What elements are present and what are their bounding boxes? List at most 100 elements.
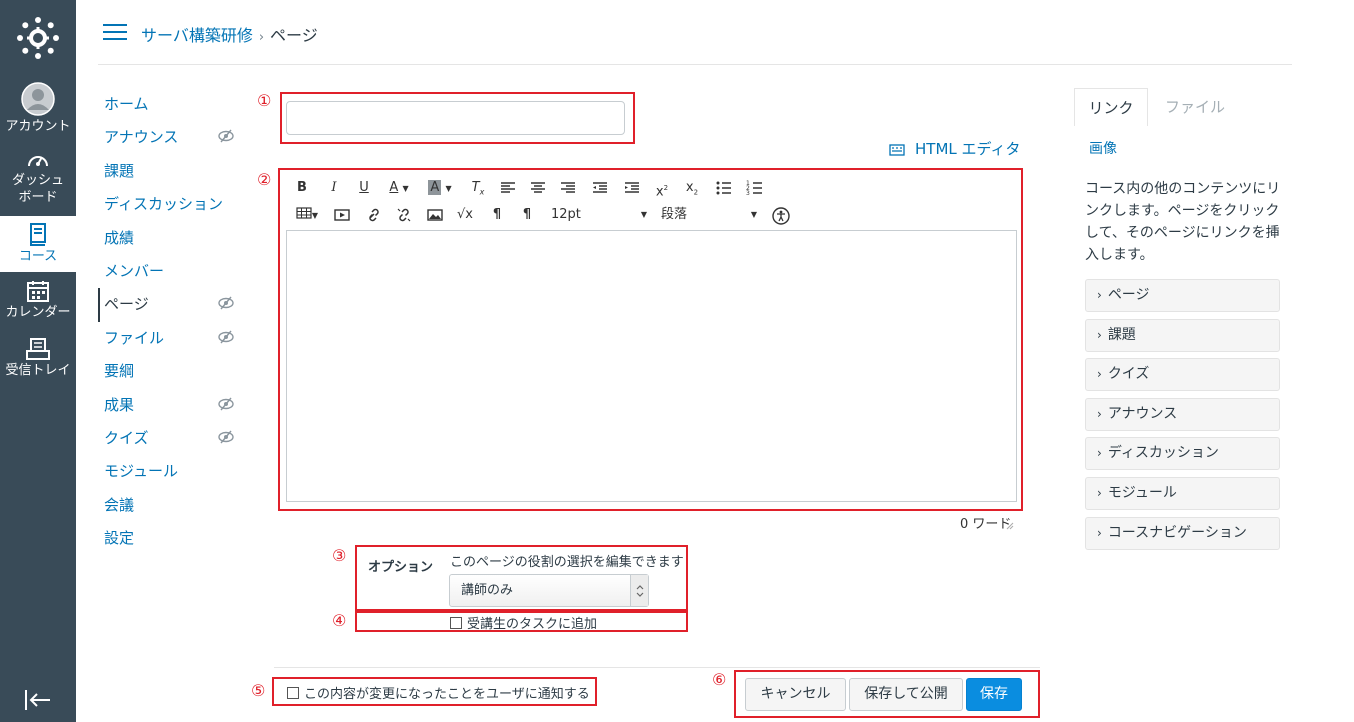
clear-formatting-button[interactable]: Tx	[469, 177, 487, 199]
course-nav-discussions[interactable]: ディスカッション	[98, 188, 238, 221]
links-description: コース内の他のコンテンツにリンクします。ページをクリックして、そのページにリンク…	[1085, 181, 1281, 263]
paragraph-format-select[interactable]: 段落 ▼	[661, 204, 757, 226]
course-nav-outcomes[interactable]: 成果	[98, 389, 238, 422]
course-nav-home[interactable]: ホーム	[98, 88, 238, 121]
editor-toolbar-row-2: ▼ √x ¶ ¶ 12pt ▼ 段落 ▼	[285, 204, 1018, 228]
options-description: このページの役割の選択を編集できます	[450, 555, 684, 570]
accessibility-checker-icon[interactable]	[771, 204, 791, 226]
gnav-dashboard[interactable]: ダッシュ ボード	[0, 150, 76, 212]
course-nav-syllabus[interactable]: 要綱	[98, 355, 238, 388]
chevron-right-icon: ›	[1097, 367, 1102, 381]
course-nav-grades[interactable]: 成績	[98, 222, 238, 255]
resize-grip-icon[interactable]	[1006, 522, 1014, 530]
html-editor-link[interactable]: HTML エディタ	[889, 138, 1020, 159]
chevron-right-icon: ›	[1097, 526, 1102, 540]
align-left-icon[interactable]	[499, 177, 517, 199]
course-nav-people[interactable]: メンバー	[98, 255, 238, 288]
table-button[interactable]: ▼	[293, 204, 321, 226]
canvas-logo-icon[interactable]	[16, 16, 60, 60]
notify-users-label: この内容が変更になったことをユーザに通知する	[304, 687, 590, 702]
breadcrumb-separator: ›	[258, 30, 265, 45]
eye-slash-icon	[218, 296, 234, 310]
course-nav-conferences[interactable]: 会議	[98, 489, 238, 522]
tab-links[interactable]: リンク	[1074, 88, 1148, 126]
course-nav-settings[interactable]: 設定	[98, 522, 238, 555]
rtl-button[interactable]: ¶	[518, 204, 536, 226]
link-section-label: ディスカッション	[1107, 445, 1219, 461]
save-button[interactable]: 保存	[966, 678, 1022, 711]
chevron-right-icon: ›	[1097, 288, 1102, 302]
course-nav-label: 会議	[104, 495, 135, 514]
image-link[interactable]: 画像	[1089, 138, 1117, 158]
link-section-label: コースナビゲーション	[1107, 525, 1247, 541]
align-center-icon[interactable]	[529, 177, 547, 199]
subscript-button[interactable]: x2	[683, 177, 701, 199]
page-title-input[interactable]	[286, 101, 625, 135]
align-right-icon[interactable]	[559, 177, 577, 199]
hamburger-menu-icon[interactable]	[103, 24, 127, 42]
gnav-calendar[interactable]: カレンダー	[0, 280, 76, 328]
collapse-nav-icon[interactable]	[24, 688, 52, 712]
course-nav-pages[interactable]: ページ	[98, 288, 238, 322]
link-section-course-navigation[interactable]: › コースナビゲーション	[1085, 517, 1280, 550]
link-icon[interactable]	[365, 204, 383, 226]
dashboard-icon	[28, 156, 48, 167]
avatar-icon	[21, 82, 55, 116]
superscript-button[interactable]: x2	[653, 177, 671, 199]
math-equation-button[interactable]: √x	[456, 204, 474, 226]
link-section-label: クイズ	[1107, 366, 1150, 382]
text-color-button[interactable]: A ▼	[383, 177, 415, 199]
eye-slash-icon	[218, 397, 234, 410]
italic-button[interactable]: I	[325, 177, 343, 199]
link-section-announcements[interactable]: › アナウンス	[1085, 398, 1280, 431]
course-nav-announcements[interactable]: アナウンス	[98, 121, 238, 154]
editing-roles-select[interactable]: 講師のみ	[449, 574, 649, 607]
inbox-icon	[26, 338, 50, 360]
gnav-dashboard-label: ダッシュ ボード	[11, 173, 64, 205]
tab-files[interactable]: ファイル	[1152, 88, 1238, 126]
cancel-button[interactable]: キャンセル	[745, 678, 846, 711]
add-to-todo-checkbox[interactable]	[450, 617, 462, 629]
font-size-value: 12pt	[551, 207, 581, 222]
book-icon	[30, 223, 46, 246]
link-section-assignments[interactable]: › 課題	[1085, 319, 1280, 352]
numbered-list-icon[interactable]: 123	[746, 177, 764, 199]
editor-content-area[interactable]	[286, 230, 1017, 502]
notify-users-checkbox[interactable]	[287, 687, 299, 699]
link-section-quizzes[interactable]: › クイズ	[1085, 358, 1280, 391]
global-nav: アカウント ダッシュ ボード コース カレンダー 受信トレイ	[0, 0, 76, 722]
breadcrumb-course-link[interactable]: サーバ構築研修	[141, 26, 253, 45]
annotation-number-3: ③	[332, 546, 347, 565]
media-icon[interactable]	[333, 204, 351, 226]
breadcrumb: サーバ構築研修 › ページ	[141, 22, 318, 46]
chevron-right-icon: ›	[1097, 486, 1102, 500]
course-nav-modules[interactable]: モジュール	[98, 455, 238, 488]
course-nav-files[interactable]: ファイル	[98, 322, 238, 355]
unlink-icon[interactable]	[395, 204, 413, 226]
gnav-courses[interactable]: コース	[0, 216, 76, 272]
save-and-publish-button[interactable]: 保存して公開	[849, 678, 963, 711]
gnav-inbox[interactable]: 受信トレイ	[0, 338, 76, 386]
background-color-button[interactable]: A ▼	[423, 177, 457, 199]
link-section-label: 課題	[1107, 327, 1136, 343]
image-icon[interactable]	[426, 204, 444, 226]
course-nav-quizzes[interactable]: クイズ	[98, 422, 238, 455]
bold-button[interactable]: B	[293, 177, 311, 199]
link-section-discussions[interactable]: › ディスカッション	[1085, 437, 1280, 470]
indent-icon[interactable]	[623, 177, 641, 199]
link-section-pages[interactable]: › ページ	[1085, 279, 1280, 312]
svg-text:3: 3	[746, 190, 750, 197]
gnav-account[interactable]: アカウント	[0, 82, 76, 142]
bullet-list-icon[interactable]	[715, 177, 733, 199]
link-section-modules[interactable]: › モジュール	[1085, 477, 1280, 510]
course-nav-label: ディスカッション	[104, 195, 223, 214]
select-arrow	[630, 575, 648, 606]
course-nav-assignments[interactable]: 課題	[98, 155, 238, 188]
ltr-button[interactable]: ¶	[488, 204, 506, 226]
chevron-right-icon: ›	[1097, 407, 1102, 421]
underline-button[interactable]: U	[355, 177, 373, 199]
paragraph-format-value: 段落	[661, 207, 688, 222]
outdent-icon[interactable]	[591, 177, 609, 199]
font-size-select[interactable]: 12pt ▼	[551, 204, 647, 226]
annotation-number-1: ①	[257, 91, 272, 110]
